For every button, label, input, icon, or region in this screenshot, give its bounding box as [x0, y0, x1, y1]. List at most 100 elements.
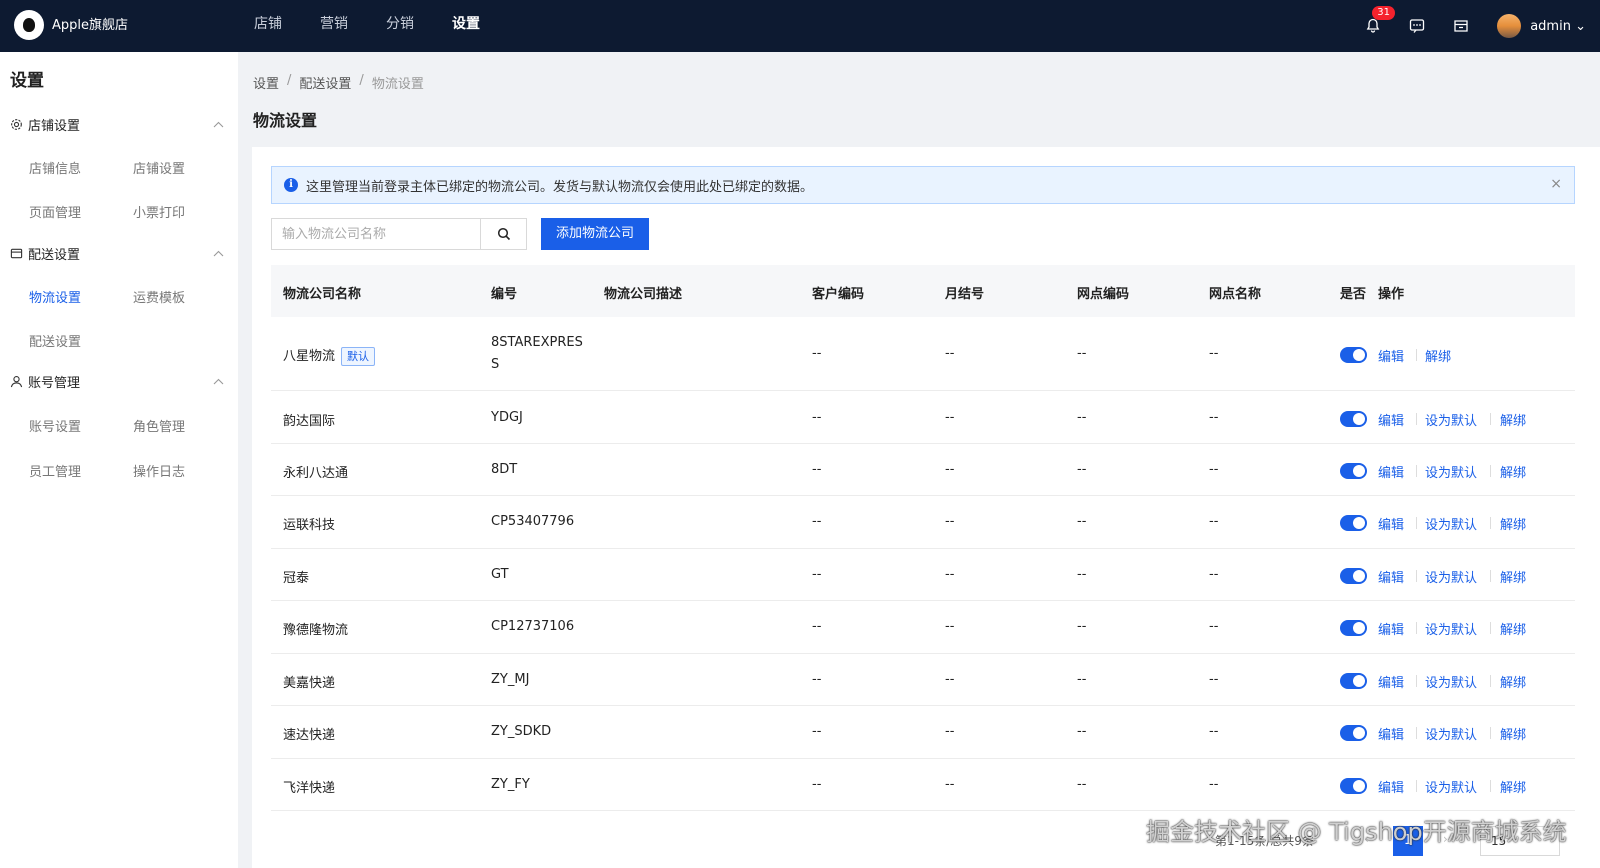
unbind-link[interactable]: 解绑	[1500, 410, 1526, 429]
nav-marketing[interactable]: 营销	[301, 0, 367, 52]
set-default-link[interactable]: 设为默认	[1425, 514, 1477, 533]
set-default-link[interactable]: 设为默认	[1425, 724, 1477, 743]
row-name-text: 八星物流	[283, 349, 336, 364]
sidebar-group-delivery-settings[interactable]: 配送设置	[10, 242, 228, 264]
breadcrumb-current: 物流设置	[371, 77, 424, 92]
search-button[interactable]	[480, 219, 526, 249]
row-monthly-account: --	[945, 567, 955, 582]
breadcrumb-delivery[interactable]: 配送设置	[299, 73, 351, 92]
edit-link[interactable]: 编辑	[1378, 724, 1404, 743]
breadcrumb-settings[interactable]: 设置	[253, 73, 279, 92]
default-tag: 默认	[341, 347, 376, 366]
watermark: 掘金技术社区 @ Tigshop开源商城系统	[1146, 818, 1567, 846]
set-default-link[interactable]: 设为默认	[1425, 777, 1477, 796]
row-name: 美嘉快递	[283, 676, 336, 691]
action-divider	[1490, 465, 1491, 477]
row-customer-code: --	[812, 410, 822, 425]
sidebar-item-logistics-settings[interactable]: 物流设置	[29, 287, 81, 306]
status-toggle[interactable]	[1340, 515, 1367, 531]
action-divider	[1416, 622, 1417, 634]
row-branch-name: --	[1209, 777, 1219, 792]
avatar[interactable]	[1497, 14, 1522, 38]
status-toggle[interactable]	[1340, 673, 1367, 689]
row-monthly-account: --	[945, 462, 955, 477]
edit-link[interactable]: 编辑	[1378, 410, 1404, 429]
unbind-link[interactable]: 解绑	[1500, 777, 1526, 796]
set-default-link[interactable]: 设为默认	[1425, 462, 1477, 481]
row-name: 豫德隆物流	[283, 623, 349, 638]
breadcrumb-separator: /	[287, 73, 292, 88]
sidebar-item-staff-management[interactable]: 员工管理	[29, 461, 81, 480]
action-divider	[1416, 517, 1417, 529]
edit-link[interactable]: 编辑	[1378, 514, 1404, 533]
set-default-link[interactable]: 设为默认	[1425, 619, 1477, 638]
col-description: 物流公司描述	[604, 287, 683, 302]
unbind-link[interactable]: 解绑	[1500, 514, 1526, 533]
set-default-link[interactable]: 设为默认	[1425, 567, 1477, 586]
edit-link[interactable]: 编辑	[1378, 777, 1404, 796]
search-input[interactable]	[272, 219, 481, 249]
row-customer-code: --	[812, 514, 822, 529]
status-toggle[interactable]	[1340, 620, 1367, 636]
sidebar-item-shop-info[interactable]: 店铺信息	[29, 158, 81, 177]
edit-link[interactable]: 编辑	[1378, 567, 1404, 586]
row-branch-code: --	[1077, 462, 1087, 477]
sidebar-item-delivery-settings[interactable]: 配送设置	[29, 331, 81, 350]
sidebar-item-page-management[interactable]: 页面管理	[29, 202, 81, 221]
info-icon: i	[284, 178, 298, 192]
set-default-link[interactable]: 设为默认	[1425, 672, 1477, 691]
sidebar-group-shop-settings[interactable]: 店铺设置	[10, 113, 228, 135]
chevron-down-icon: ⌄	[1575, 18, 1586, 34]
row-branch-code: --	[1077, 672, 1087, 687]
row-branch-code: --	[1077, 410, 1087, 425]
sidebar-item-freight-template[interactable]: 运费模板	[133, 287, 185, 306]
unbind-link[interactable]: 解绑	[1500, 567, 1526, 586]
notification-button[interactable]: 31	[1351, 6, 1395, 34]
unbind-link[interactable]: 解绑	[1500, 462, 1526, 481]
status-toggle[interactable]	[1340, 347, 1367, 363]
sidebar-group-label: 店铺设置	[28, 118, 81, 134]
row-branch-name: --	[1209, 724, 1219, 739]
status-toggle[interactable]	[1340, 463, 1367, 479]
store-logo[interactable]	[14, 10, 44, 40]
store-name[interactable]: Apple旗舰店	[52, 14, 128, 33]
edit-link[interactable]: 编辑	[1378, 619, 1404, 638]
sidebar-item-receipt-print[interactable]: 小票打印	[133, 202, 185, 221]
bell-icon	[1366, 18, 1380, 33]
status-toggle[interactable]	[1340, 411, 1367, 427]
nav-distribution[interactable]: 分销	[367, 0, 433, 52]
sidebar-item-shop-settings[interactable]: 店铺设置	[133, 158, 185, 177]
user-menu[interactable]: admin ⌄	[1530, 19, 1586, 34]
row-monthly-account: --	[945, 410, 955, 425]
storefront-button[interactable]	[1439, 18, 1483, 34]
sidebar-item-account-settings[interactable]: 账号设置	[29, 416, 81, 435]
status-toggle[interactable]	[1340, 725, 1367, 741]
unbind-link[interactable]: 解绑	[1500, 724, 1526, 743]
status-toggle[interactable]	[1340, 778, 1367, 794]
close-icon[interactable]: ×	[1550, 176, 1562, 192]
status-toggle[interactable]	[1340, 568, 1367, 584]
row-customer-code: --	[812, 462, 822, 477]
top-right-tools: 31 admin ⌄	[1351, 0, 1600, 52]
search-box	[271, 218, 527, 250]
set-default-link[interactable]: 设为默认	[1425, 410, 1477, 429]
message-button[interactable]	[1395, 18, 1439, 34]
chevron-up-icon	[213, 117, 224, 132]
sidebar-item-role-management[interactable]: 角色管理	[133, 416, 185, 435]
unbind-link[interactable]: 解绑	[1500, 619, 1526, 638]
edit-link[interactable]: 编辑	[1378, 672, 1404, 691]
col-name: 物流公司名称	[283, 287, 362, 302]
sidebar-item-operation-log[interactable]: 操作日志	[133, 461, 185, 480]
unbind-link[interactable]: 解绑	[1500, 672, 1526, 691]
edit-link[interactable]: 编辑	[1378, 346, 1404, 365]
row-monthly-account: --	[945, 777, 955, 792]
add-logistics-button[interactable]: 添加物流公司	[541, 218, 650, 250]
nav-settings[interactable]: 设置	[433, 0, 499, 52]
apple-logo-icon	[23, 18, 35, 32]
edit-link[interactable]: 编辑	[1378, 462, 1404, 481]
unbind-link[interactable]: 解绑	[1425, 346, 1451, 365]
row-code: CP12737106	[491, 619, 575, 634]
sidebar-group-account-management[interactable]: 账号管理	[10, 370, 228, 392]
nav-shop[interactable]: 店铺	[235, 0, 301, 52]
breadcrumb-separator: /	[359, 73, 364, 88]
